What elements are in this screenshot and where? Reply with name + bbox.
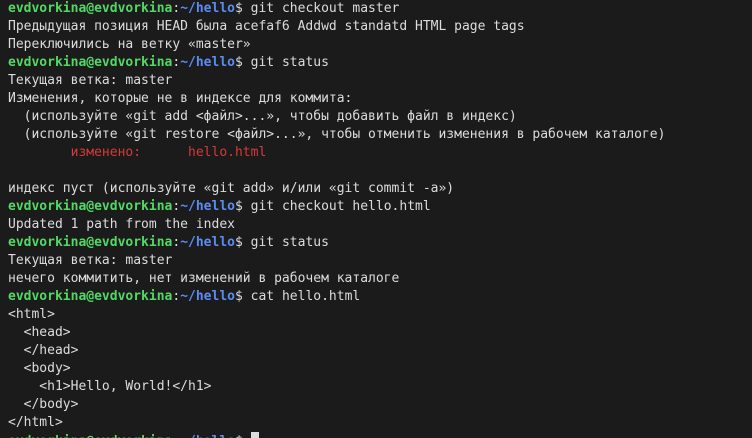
prompt-path: ~/hello [180,434,235,438]
terminal-output-line: </body> [8,396,744,414]
terminal-output-line: Updated 1 path from the index [8,216,744,234]
terminal-output-line: <h1>Hello, World!</h1> [8,378,744,396]
terminal-output-line: <body> [8,360,744,378]
terminal-active-prompt-line: evdvorkina@evdvorkina:~/hello$ [8,432,744,438]
terminal-output-line: Текущая ветка: master [8,72,744,90]
prompt-dollar: $ [235,1,243,16]
prompt-user: evdvorkina@evdvorkina [8,1,173,16]
output-text: </body> [8,397,79,412]
terminal-output-line: Предыдущая позиция HEAD была acefaf6 Add… [8,18,744,36]
output-text: нечего коммитить, нет изменений в рабоче… [8,271,400,286]
prompt-user: evdvorkina@evdvorkina [8,235,173,250]
terminal-command-line: evdvorkina@evdvorkina:~/hello$ git check… [8,0,744,18]
terminal-output-line: нечего коммитить, нет изменений в рабоче… [8,270,744,288]
output-text: Переключились на ветку «master» [8,37,251,52]
prompt-user: evdvorkina@evdvorkina [8,55,173,70]
output-text: <head> [8,325,71,340]
command-text: git status [242,55,329,70]
terminal-output-line: </html> [8,414,744,432]
output-text: </html> [8,415,63,430]
output-text: Изменения, которые не в индексе для комм… [8,91,353,106]
command-text: git status [242,235,329,250]
terminal-output-line: Текущая ветка: master [8,252,744,270]
prompt-user: evdvorkina@evdvorkina [8,199,173,214]
terminal-output-line: </head> [8,342,744,360]
prompt-path: ~/hello [180,289,235,304]
text-cursor [250,432,259,438]
output-text: индекс пуст (используйте «git add» и/или… [8,181,455,196]
terminal-output-line: индекс пуст (используйте «git add» и/или… [8,180,744,198]
terminal-window[interactable]: evdvorkina@evdvorkina:~/hello$ git check… [0,0,752,438]
output-text: <html> [8,307,55,322]
terminal-output-line: (используйте «git restore <файл>...», чт… [8,126,744,144]
output-text: <body> [8,361,71,376]
prompt-path: ~/hello [180,199,235,214]
prompt-dollar: $ [235,289,243,304]
terminal-output-line: <html> [8,306,744,324]
prompt-user: evdvorkina@evdvorkina [8,434,172,438]
terminal-command-line: evdvorkina@evdvorkina:~/hello$ git statu… [8,234,744,252]
modified-file-line: изменено: hello.html [8,144,744,162]
output-text: <h1>Hello, World!</h1> [8,379,212,394]
command-text: git checkout hello.html [242,199,431,214]
terminal-output-line: (используйте «git add <файл>...», чтобы … [8,108,744,126]
terminal-command-line: evdvorkina@evdvorkina:~/hello$ cat hello… [8,288,744,306]
command-text: git checkout master [242,1,400,16]
output-text: Предыдущая позиция HEAD была acefaf6 Add… [8,19,525,34]
terminal-output-line: Изменения, которые не в индексе для комм… [8,90,744,108]
output-text: Текущая ветка: master [8,73,173,88]
terminal-command-line: evdvorkina@evdvorkina:~/hello$ git check… [8,198,744,216]
output-text: Текущая ветка: master [8,253,173,268]
terminal-output-line: Переключились на ветку «master» [8,36,744,54]
command-text: cat hello.html [242,289,361,304]
output-text: (используйте «git add <файл>...», чтобы … [8,109,517,124]
command-text [243,434,251,438]
prompt-dollar: $ [235,235,243,250]
output-text: (используйте «git restore <файл>...», чт… [8,127,666,142]
prompt-dollar: $ [235,434,243,438]
prompt-path: ~/hello [180,55,235,70]
prompt-dollar: $ [235,199,243,214]
output-text: Updated 1 path from the index [8,217,235,232]
modified-file-text: изменено: hello.html [8,145,267,160]
prompt-user: evdvorkina@evdvorkina [8,289,173,304]
terminal-command-line: evdvorkina@evdvorkina:~/hello$ git statu… [8,54,744,72]
output-text: </head> [8,343,79,358]
prompt-path: ~/hello [180,1,235,16]
prompt-path: ~/hello [180,235,235,250]
prompt-dollar: $ [235,55,243,70]
terminal-output-line: <head> [8,324,744,342]
